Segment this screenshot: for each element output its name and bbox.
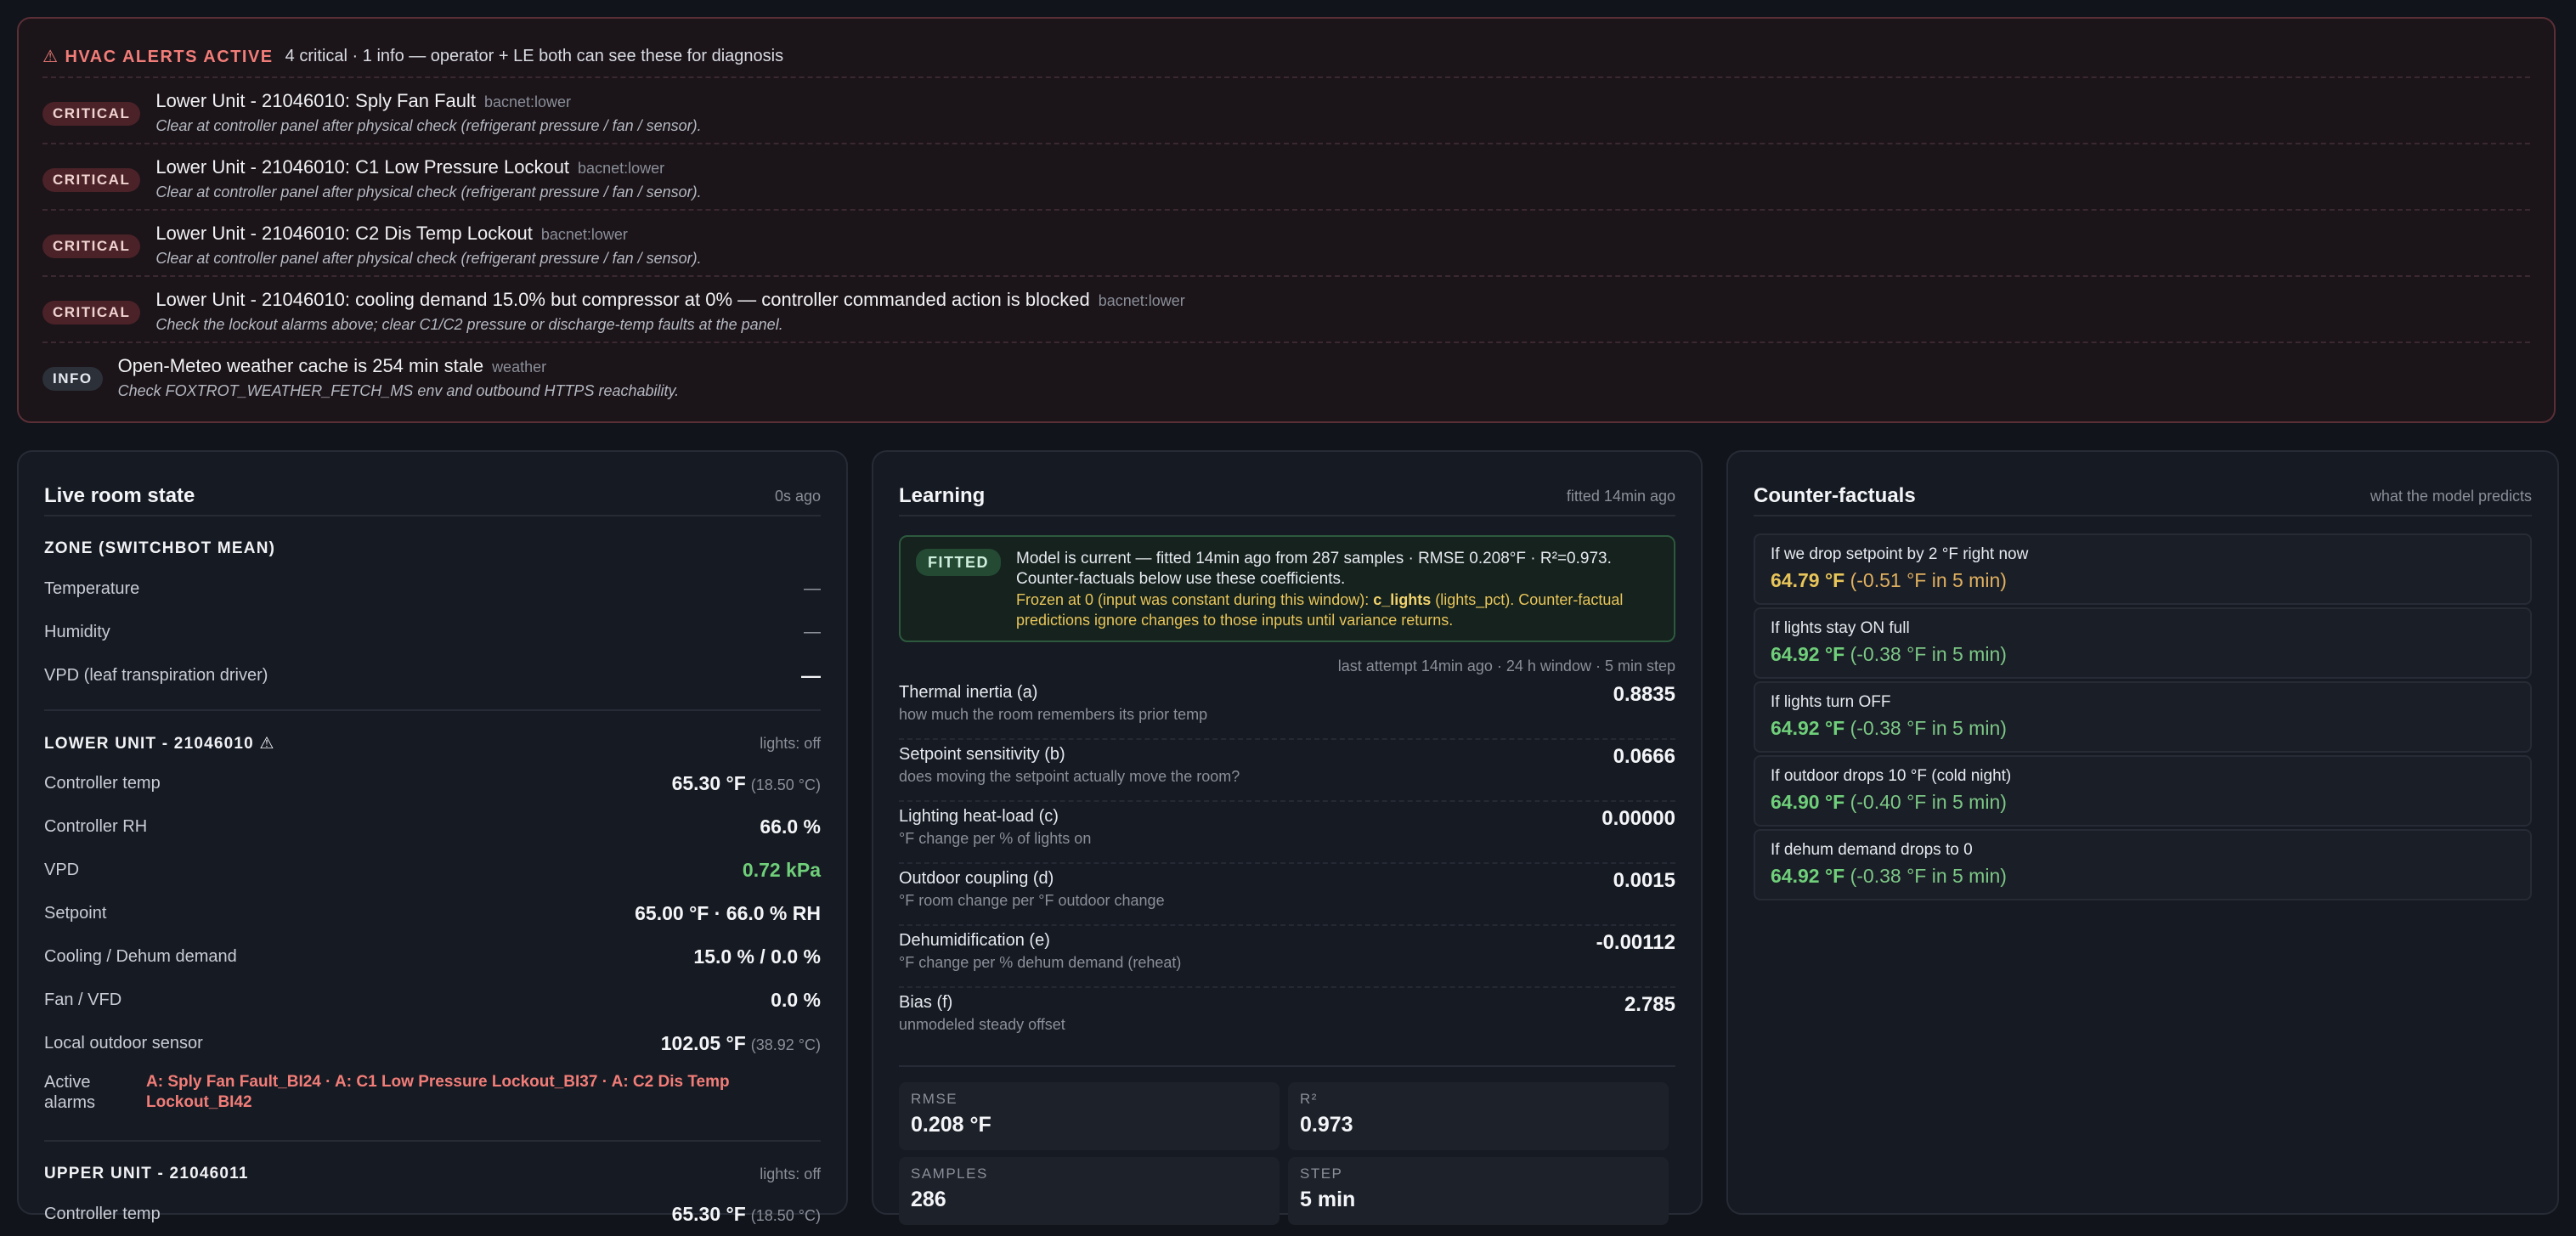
step-stat: STEP 5 min: [1288, 1157, 1669, 1225]
panel-title: Learning: [899, 484, 986, 507]
fan-vfd-row: Fan / VFD 0.0 %: [44, 989, 821, 1011]
counterfactual-card: If outdoor drops 10 °F (cold night) 64.9…: [1754, 755, 2532, 827]
alert-hint: Clear at controller panel after physical…: [155, 117, 702, 134]
zone-humidity-row: Humidity —: [44, 623, 821, 641]
r2-stat: R² 0.973: [1288, 1082, 1669, 1150]
panel-title: Counter-factuals: [1754, 484, 1916, 507]
coefficient-row: Outdoor coupling (d) °F room change per °…: [899, 864, 1675, 926]
zone-section-heading: ZONE (SWITCHBOT MEAN): [44, 539, 276, 557]
lights-status: lights: off: [760, 734, 821, 752]
samples-stat: SAMPLES 286: [899, 1157, 1280, 1225]
alert-source-tag: bacnet:lower: [540, 226, 628, 243]
fitted-time: fitted 14min ago: [1566, 487, 1675, 505]
controller-temp-row: Controller temp 65.30 °F (18.50 °C): [44, 772, 821, 794]
counterfactual-card: If we drop setpoint by 2 °F right now 64…: [1754, 533, 2532, 605]
live-room-panel: Live room state 0s ago ZONE (SWITCHBOT M…: [17, 450, 848, 1225]
alert-item: INFO Open-Meteo weather cache is 254 min…: [42, 341, 2530, 408]
learning-panel: Learning fitted 14min ago FITTED Model i…: [872, 450, 1703, 1225]
alert-source-tag: bacnet:lower: [1098, 292, 1185, 309]
alert-item: CRITICAL Lower Unit - 21046010: C2 Dis T…: [42, 209, 2530, 275]
fitted-badge: FITTED: [916, 549, 1001, 576]
alert-hint: Check the lockout alarms above; clear C1…: [155, 316, 783, 333]
alert-hint: Clear at controller panel after physical…: [155, 183, 702, 200]
alert-source-tag: weather: [492, 358, 547, 375]
counterfactual-card: If lights stay ON full 64.92 °F (-0.38 °…: [1754, 607, 2532, 679]
alert-hint: Check FOXTROT_WEATHER_FETCH_MS env and o…: [117, 382, 680, 399]
alert-source-tag: bacnet:lower: [578, 160, 665, 177]
alerts-summary: 4 critical · 1 info — operator + LE both…: [285, 46, 784, 65]
coefficient-row: Setpoint sensitivity (b) does moving the …: [899, 740, 1675, 802]
counterfactual-card: If lights turn OFF 64.92 °F (-0.38 °F in…: [1754, 681, 2532, 753]
model-status-box: FITTED Model is current — fitted 14min a…: [899, 535, 1675, 642]
upper-unit-heading: UPPER UNIT - 21046011 lights: off: [44, 1165, 821, 1182]
counterfactuals-panel: Counter-factuals what the model predicts…: [1726, 450, 2559, 1215]
last-attempt: last attempt 14min ago · 24 h window · 5…: [1337, 658, 1675, 674]
alert-item: CRITICAL Lower Unit - 21046010: cooling …: [42, 275, 2530, 341]
critical-badge: CRITICAL: [42, 102, 141, 126]
last-updated: 0s ago: [774, 487, 821, 505]
alert-source-tag: bacnet:lower: [483, 93, 572, 110]
coefficient-row: Lighting heat-load (c) °F change per % of…: [899, 802, 1675, 864]
alert-title: Lower Unit - 21046010: C1 Low Pressure L…: [155, 156, 570, 178]
controller-rh-row: Controller RH 66.0 %: [44, 816, 821, 838]
controller-temp-row: Controller temp 65.30 °F (18.50 °C): [44, 1203, 821, 1225]
panel-subtitle: what the model predicts: [2370, 487, 2532, 505]
rmse-stat: RMSE 0.208 °F: [899, 1082, 1280, 1150]
frozen-inputs-note: Frozen at 0 (input was constant during t…: [1016, 591, 1624, 629]
model-stats-grid: RMSE 0.208 °F R² 0.973 SAMPLES 286 STEP 5 mi…: [899, 1082, 1675, 1225]
coefficient-row: Dehumidification (e) °F change per % dehu…: [899, 926, 1675, 988]
alert-title: Lower Unit - 21046010: Sply Fan Fault: [155, 90, 476, 111]
alert-item: CRITICAL Lower Unit - 21046010: C1 Low P…: [42, 143, 2530, 209]
critical-badge: CRITICAL: [42, 301, 141, 325]
alert-title: Open-Meteo weather cache is 254 min stal…: [117, 355, 484, 376]
setpoint-row: Setpoint 65.00 °F · 66.0 % RH: [44, 902, 821, 924]
counterfactual-card: If dehum demand drops to 0 64.92 °F (-0.…: [1754, 829, 2532, 900]
model-status-line: Model is current — fitted 14min ago from…: [1016, 550, 1612, 567]
info-badge: INFO: [42, 367, 103, 391]
alert-hint: Clear at controller panel after physical…: [155, 250, 702, 267]
panel-title: Live room state: [44, 484, 195, 507]
coefficient-row: Bias (f) unmodeled steady offset 2.785: [899, 993, 1675, 1033]
active-alarms-list: A: Sply Fan Fault_BI24 · A: C1 Low Press…: [146, 1073, 730, 1111]
model-status-note: Counter-factuals below use these coeffic…: [1016, 570, 1346, 588]
vpd-row: VPD 0.72 kPa: [44, 859, 821, 881]
alerts-title: ⚠ HVAC ALERTS ACTIVE: [42, 47, 274, 66]
lights-status: lights: off: [760, 1165, 821, 1182]
zone-vpd-row: VPD (leaf transpiration driver) —: [44, 664, 821, 686]
critical-badge: CRITICAL: [42, 168, 141, 192]
alerts-header: ⚠ HVAC ALERTS ACTIVE 4 critical · 1 info…: [42, 36, 2530, 76]
zone-temperature-row: Temperature —: [44, 579, 821, 598]
active-alarms-row: Active alarms A: Sply Fan Fault_BI24 · A…: [44, 1065, 821, 1128]
critical-badge: CRITICAL: [42, 234, 141, 258]
outdoor-sensor-row: Local outdoor sensor 102.05 °F (38.92 °C): [44, 1032, 821, 1054]
alert-item: CRITICAL Lower Unit - 21046010: Sply Fan…: [42, 76, 2530, 143]
demand-row: Cooling / Dehum demand 15.0 % / 0.0 %: [44, 945, 821, 968]
alert-title: Lower Unit - 21046010: cooling demand 15…: [155, 289, 1090, 310]
alerts-banner: ⚠ HVAC ALERTS ACTIVE 4 critical · 1 info…: [17, 17, 2556, 423]
lower-unit-heading: LOWER UNIT - 21046010 ⚠ lights: off: [44, 734, 821, 753]
coefficient-row: Thermal inertia (a) how much the room rem…: [899, 678, 1675, 740]
alert-title: Lower Unit - 21046010: C2 Dis Temp Locko…: [155, 223, 533, 244]
